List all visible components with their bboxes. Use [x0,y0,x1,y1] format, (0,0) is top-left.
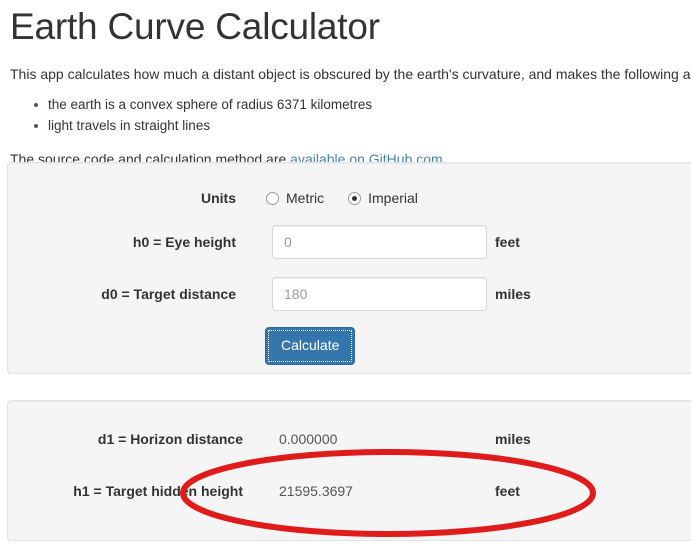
radio-icon-imperial [348,191,362,205]
eye-height-unit: feet [495,234,520,250]
target-distance-label: d0 = Target distance [101,286,236,302]
results-panel: d1 = Horizon distance 0.000000 miles h1 … [7,400,691,541]
radio-label-metric: Metric [286,190,325,206]
target-distance-unit: miles [495,286,531,302]
target-hidden-height-label: h1 = Target hidden height [73,483,243,499]
eye-height-row: h0 = Eye height feet [8,225,691,259]
target-distance-row: d0 = Target distance miles [8,277,691,311]
units-row: Units Metric Imperial [8,185,691,219]
radio-option-imperial[interactable]: Imperial [348,190,418,206]
radio-label-imperial: Imperial [368,190,418,206]
calculate-button-wrap: Calculate [265,327,356,365]
horizon-distance-unit: miles [495,431,531,447]
app-page: Earth Curve Calculator This app calculat… [0,0,691,557]
assumptions-list: the earth is a convex sphere of radius 6… [8,84,691,136]
eye-height-label: h0 = Eye height [132,234,236,250]
page-title: Earth Curve Calculator [10,6,380,47]
calculator-form-panel: Units Metric Imperial h0 = Eye height fe… [7,162,691,374]
target-distance-input[interactable] [272,277,487,311]
target-hidden-height-value: 21595.3697 [279,483,353,499]
list-item: light travels in straight lines [34,115,691,136]
eye-height-input[interactable] [272,225,487,259]
target-hidden-height-row: h1 = Target hidden height 21595.3697 fee… [8,478,691,504]
calculate-button[interactable]: Calculate [265,327,356,365]
intro-paragraph: This app calculates how much a distant o… [10,66,691,82]
horizon-distance-row: d1 = Horizon distance 0.000000 miles [8,426,691,452]
horizon-distance-value: 0.000000 [279,431,338,447]
horizon-distance-label: d1 = Horizon distance [97,431,243,447]
radio-icon-metric [266,191,279,205]
units-radio-group: Metric Imperial [266,185,442,211]
units-label: Units [201,190,236,206]
radio-option-metric[interactable]: Metric [266,190,324,206]
list-item: the earth is a convex sphere of radius 6… [34,94,691,115]
target-hidden-height-unit: feet [495,483,520,499]
